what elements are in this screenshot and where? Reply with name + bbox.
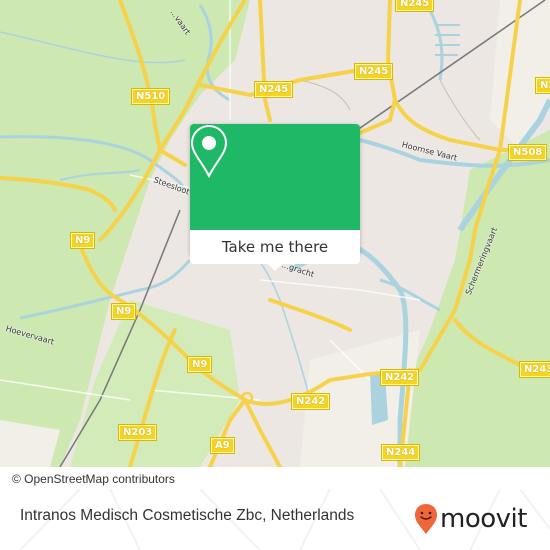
popup-pointer bbox=[267, 263, 283, 271]
map-view[interactable]: N510 N245 N245 N245 N508 N2 N9 N9 N9 N20… bbox=[0, 0, 550, 467]
road-shield-n245: N245 bbox=[353, 63, 394, 80]
road-shield-n242: N242 bbox=[379, 369, 420, 386]
road-shield-n203: N203 bbox=[117, 424, 158, 441]
road-shield-n9: N9 bbox=[110, 303, 137, 320]
road-shield-n243: N243 bbox=[518, 361, 550, 378]
road-shield-a9: A9 bbox=[210, 437, 235, 454]
moovit-wordmark: moovit bbox=[440, 504, 527, 534]
location-popup: Take me there bbox=[190, 124, 360, 271]
moovit-logo[interactable]: moovit bbox=[414, 503, 527, 535]
footer-bar: Intranos Medisch Cosmetische Zbc, Nether… bbox=[0, 489, 550, 550]
road-shield-n9: N9 bbox=[186, 356, 213, 373]
road-shield-n2: N2 bbox=[534, 77, 550, 94]
road-shield-n508: N508 bbox=[507, 144, 548, 161]
take-me-there-label: Take me there bbox=[221, 238, 329, 256]
road-shield-n245: N245 bbox=[394, 0, 435, 12]
road-shield-n9: N9 bbox=[69, 232, 96, 249]
popup-header bbox=[190, 124, 360, 230]
road-shield-n242: N242 bbox=[290, 393, 331, 410]
road-shield-n245: N245 bbox=[253, 81, 294, 98]
place-name: Intranos Medisch Cosmetische Zbc, Nether… bbox=[20, 507, 355, 524]
map-attribution[interactable]: © OpenStreetMap contributors bbox=[0, 469, 214, 489]
take-me-there-button[interactable]: Take me there bbox=[190, 230, 360, 264]
map-pin-icon bbox=[190, 124, 228, 178]
moovit-pin-icon bbox=[415, 504, 437, 534]
road-shield-n510: N510 bbox=[130, 88, 171, 105]
road-shield-n244: N244 bbox=[380, 444, 421, 461]
